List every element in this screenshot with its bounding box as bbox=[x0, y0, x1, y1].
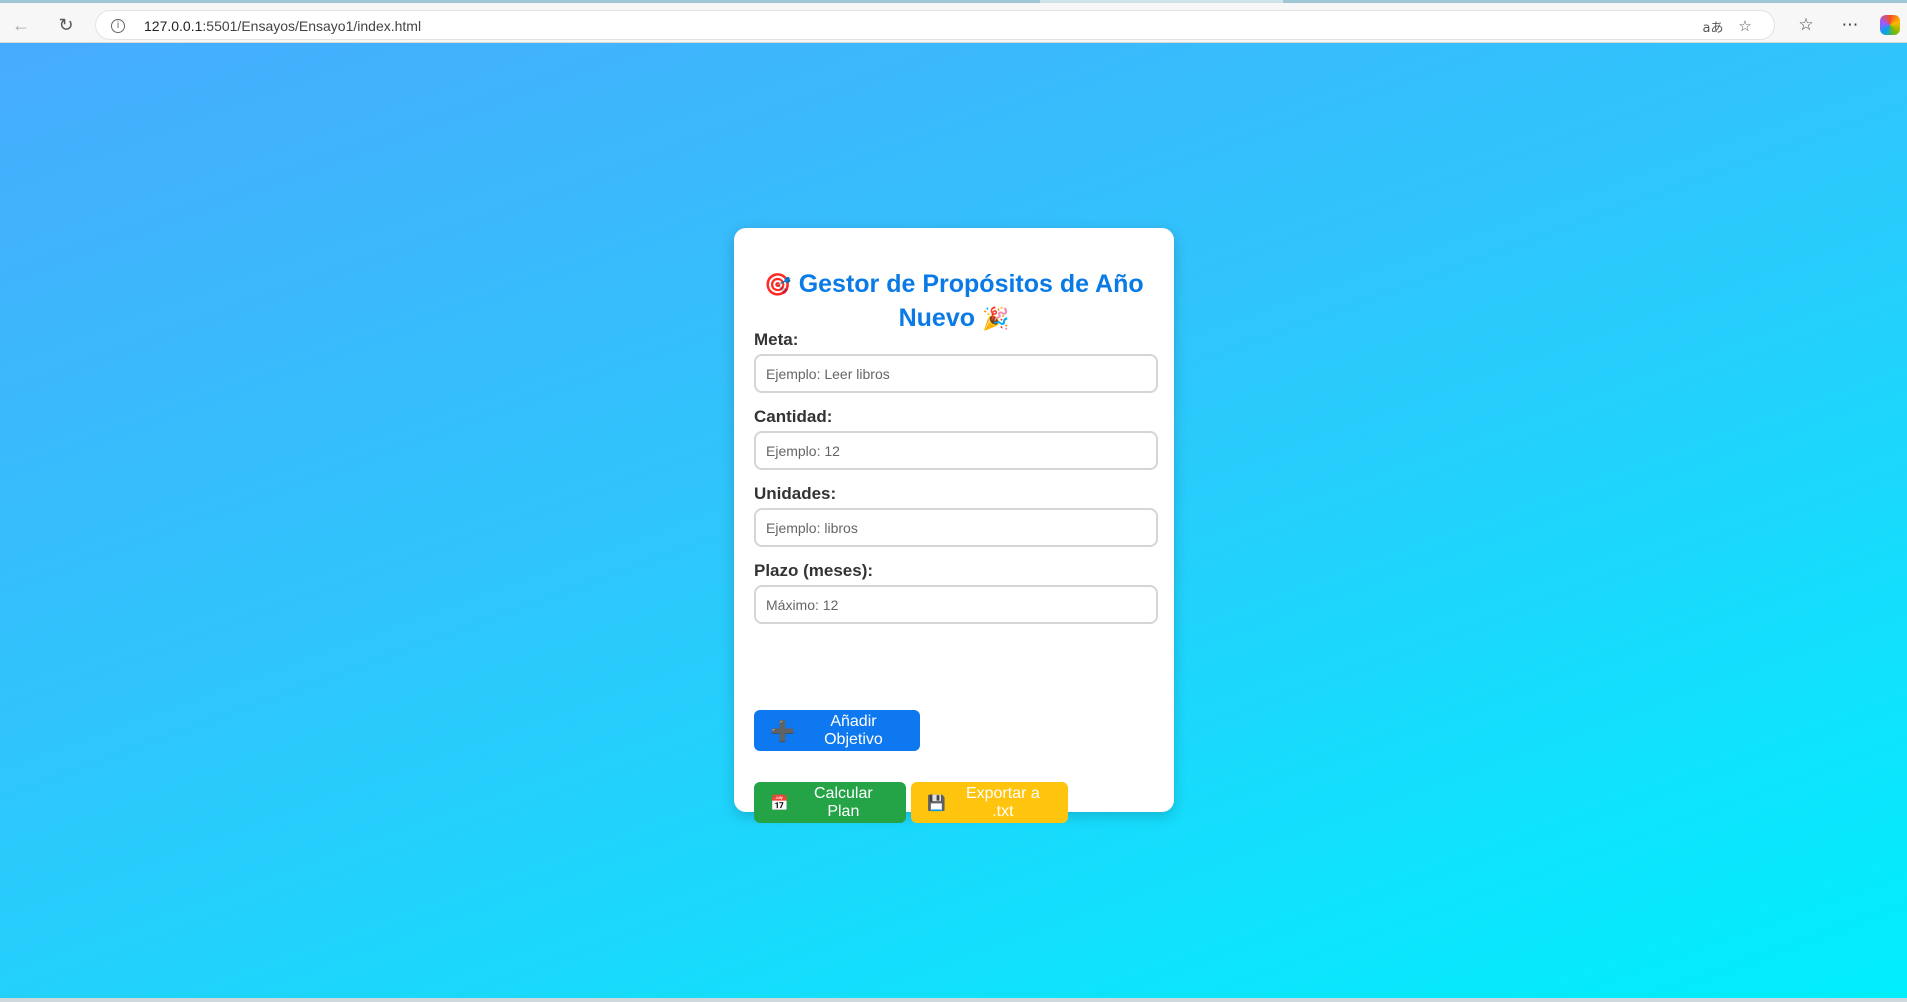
calendar-icon: 📅 bbox=[770, 793, 789, 812]
site-info-icon[interactable]: i bbox=[111, 19, 125, 33]
url-path: :5501/Ensayos/Ensayo1/index.html bbox=[202, 18, 422, 34]
cantidad-label: Cantidad: bbox=[754, 407, 833, 426]
goals-card: 🎯 Gestor de Propósitos de Año Nuevo 🎉 Me… bbox=[734, 228, 1174, 823]
page-viewport: 🎯 Gestor de Propósitos de Año Nuevo 🎉 Me… bbox=[0, 43, 1907, 998]
add-goal-label: Añadir Objetivo bbox=[824, 712, 883, 748]
unidades-label: Unidades: bbox=[754, 484, 837, 503]
browser-toolbar: ← ↻ i 127.0.0.1:5501/Ensayos/Ensayo1/ind… bbox=[0, 0, 1907, 43]
plus-icon: ➕ bbox=[770, 718, 795, 743]
plazo-input[interactable] bbox=[754, 585, 1158, 624]
unidades-input[interactable] bbox=[754, 508, 1158, 547]
url-text[interactable]: 127.0.0.1:5501/Ensayos/Ensayo1/index.htm… bbox=[144, 18, 421, 34]
export-txt-button[interactable]: 💾 Exportar a .txt bbox=[911, 782, 1068, 823]
tab-indicator bbox=[1283, 0, 1907, 3]
page-title: 🎯 Gestor de Propósitos de Año Nuevo 🎉 bbox=[754, 268, 1154, 336]
copilot-icon[interactable] bbox=[1880, 15, 1900, 35]
title-line2: Nuevo bbox=[898, 304, 976, 332]
meta-label: Meta: bbox=[754, 330, 799, 349]
cantidad-input[interactable] bbox=[754, 431, 1158, 470]
target-icon: 🎯 bbox=[764, 273, 792, 298]
floppy-disk-icon: 💾 bbox=[927, 793, 946, 812]
export-txt-label: Exportar a .txt bbox=[965, 784, 1040, 820]
more-options-icon[interactable]: ⋯ bbox=[1838, 13, 1862, 37]
reload-icon[interactable]: ↻ bbox=[53, 12, 79, 38]
meta-input[interactable] bbox=[754, 354, 1158, 393]
tab-indicator bbox=[0, 0, 1040, 3]
back-icon[interactable]: ← bbox=[8, 12, 34, 38]
url-host: 127.0.0.1 bbox=[144, 18, 203, 34]
calculate-plan-label: Calcular Plan bbox=[814, 784, 873, 820]
title-line1: Gestor de Propósitos de Año bbox=[798, 270, 1144, 298]
favorite-star-icon[interactable]: ☆ bbox=[1734, 15, 1756, 37]
add-goal-button[interactable]: ➕ Añadir Objetivo bbox=[754, 710, 920, 751]
party-popper-icon: 🎉 bbox=[981, 307, 1010, 332]
calculate-plan-button[interactable]: 📅 Calcular Plan bbox=[754, 782, 906, 823]
favorites-list-icon[interactable]: ☆ bbox=[1794, 13, 1818, 37]
read-aloud-icon[interactable]: aあ bbox=[1702, 15, 1724, 37]
address-bar[interactable]: i 127.0.0.1:5501/Ensayos/Ensayo1/index.h… bbox=[95, 10, 1775, 40]
window-bottom-border bbox=[0, 998, 1907, 1002]
plazo-label: Plazo (meses): bbox=[754, 561, 874, 580]
